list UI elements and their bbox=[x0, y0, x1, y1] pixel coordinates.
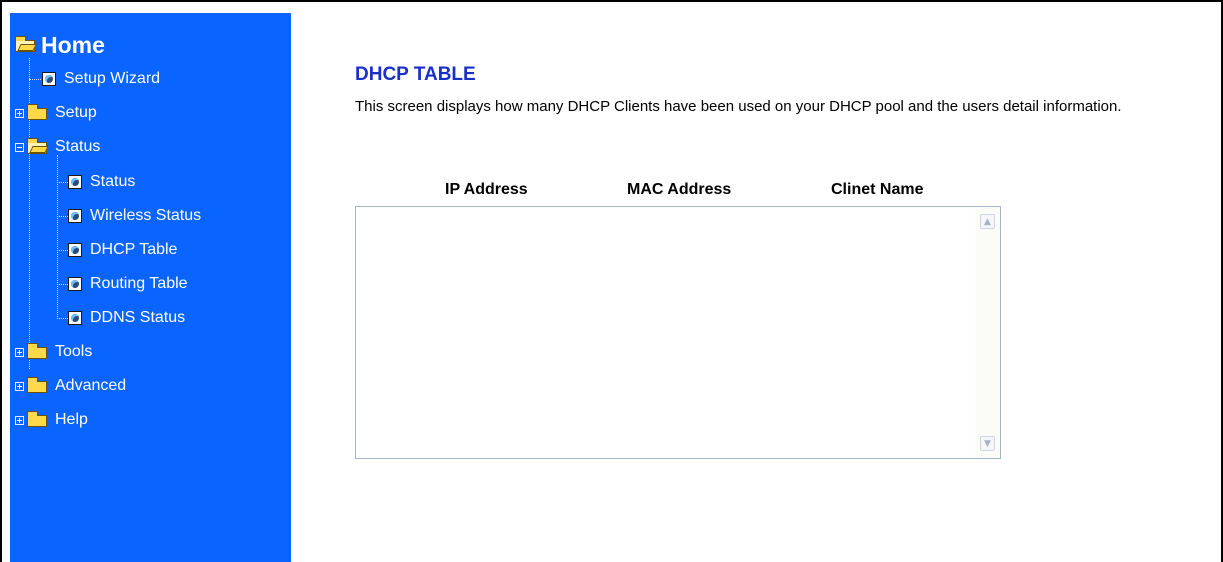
tree-item-label: Home bbox=[41, 31, 105, 58]
tree-item-wireless-status[interactable]: Wireless Status bbox=[68, 204, 201, 228]
scroll-up-icon[interactable]: ▲ bbox=[980, 214, 995, 229]
page-globe-icon bbox=[68, 277, 82, 291]
tree-connector bbox=[57, 284, 68, 285]
folder-icon bbox=[27, 343, 47, 359]
folder-icon bbox=[27, 411, 47, 427]
tree-item-status[interactable]: Status bbox=[68, 170, 135, 194]
tree-connector bbox=[57, 250, 68, 251]
tree-item-label: Setup bbox=[55, 104, 97, 121]
tree-item-setup[interactable]: Setup bbox=[15, 101, 97, 125]
scroll-down-icon[interactable]: ▼ bbox=[980, 436, 995, 451]
column-header-mac-address: MAC Address bbox=[627, 181, 732, 198]
tree-item-routing-table[interactable]: Routing Table bbox=[68, 272, 188, 296]
tree-item-label: Help bbox=[55, 411, 88, 428]
tree-item-status-folder[interactable]: Status bbox=[15, 135, 100, 159]
plus-expander-icon[interactable] bbox=[15, 108, 24, 118]
page-globe-icon bbox=[68, 209, 82, 223]
plus-expander-icon[interactable] bbox=[15, 381, 24, 391]
tree-item-label: Tools bbox=[55, 343, 93, 360]
folder-icon bbox=[27, 104, 47, 120]
column-header-ip-address: IP Address bbox=[445, 181, 528, 198]
tree-connector bbox=[57, 216, 68, 217]
tree-item-dhcp-table[interactable]: DHCP Table bbox=[68, 238, 177, 262]
folder-open-icon bbox=[15, 36, 35, 52]
tree-item-setup-wizard[interactable]: Setup Wizard bbox=[42, 67, 160, 91]
window-border-left bbox=[0, 0, 2, 562]
tree-item-ddns-status[interactable]: DDNS Status bbox=[68, 306, 185, 330]
tree-connector bbox=[57, 182, 68, 183]
page-globe-icon bbox=[68, 175, 82, 189]
tree-item-label: Wireless Status bbox=[90, 207, 202, 224]
plus-expander-icon[interactable] bbox=[15, 415, 24, 425]
tree-item-label: DDNS Status bbox=[90, 309, 186, 326]
tree-item-advanced[interactable]: Advanced bbox=[15, 374, 126, 398]
tree-item-label: Advanced bbox=[55, 377, 127, 394]
minus-expander-icon[interactable] bbox=[15, 142, 24, 152]
tree-item-tools[interactable]: Tools bbox=[15, 340, 92, 364]
tree-connector bbox=[57, 318, 68, 319]
tree-connector bbox=[57, 155, 58, 319]
tree-item-label: Setup Wizard bbox=[64, 70, 161, 87]
window-border-top bbox=[0, 0, 1223, 2]
vertical-scrollbar[interactable]: ▲ ▼ bbox=[975, 207, 1000, 458]
page-description: This screen displays how many DHCP Clien… bbox=[355, 98, 1122, 115]
page-globe-icon bbox=[42, 72, 56, 86]
folder-icon bbox=[27, 377, 47, 393]
tree-connector bbox=[29, 79, 43, 80]
tree-item-label: Status bbox=[90, 173, 136, 190]
tree-item-label: Routing Table bbox=[90, 275, 188, 292]
page-globe-icon bbox=[68, 311, 82, 325]
column-header-client-name: Clinet Name bbox=[831, 181, 924, 198]
page-globe-icon bbox=[68, 243, 82, 257]
dhcp-client-list[interactable]: ▲ ▼ bbox=[355, 206, 1001, 459]
plus-expander-icon[interactable] bbox=[15, 347, 24, 357]
tree-item-label: Status bbox=[55, 138, 101, 155]
tree-item-help[interactable]: Help bbox=[15, 408, 88, 432]
tree-item-label: DHCP Table bbox=[90, 241, 178, 258]
page-title: DHCP TABLE bbox=[355, 64, 476, 85]
tree-item-home[interactable]: Home bbox=[15, 31, 105, 58]
folder-open-icon bbox=[27, 138, 47, 154]
sidebar-menu: Home Setup Wizard Setup Status Status Wi… bbox=[10, 13, 291, 562]
